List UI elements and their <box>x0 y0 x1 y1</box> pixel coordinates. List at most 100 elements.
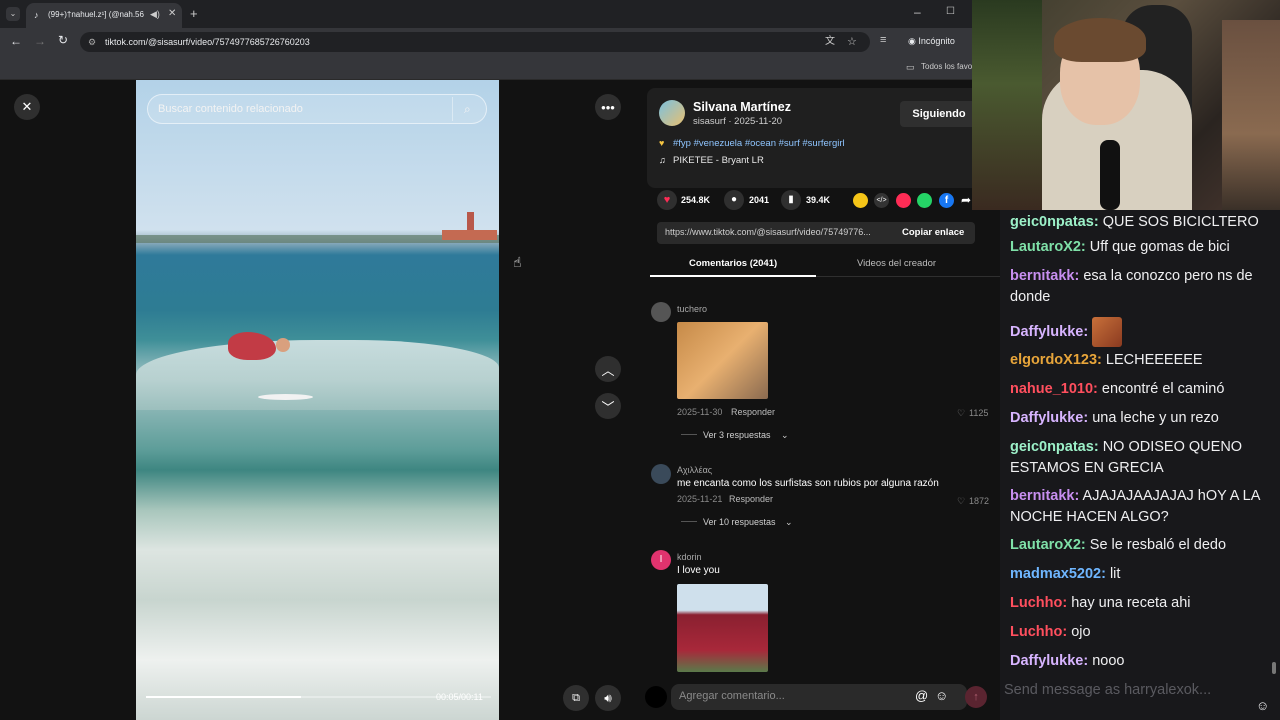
commenter-avatar[interactable] <box>651 302 671 322</box>
surfer-body <box>228 332 276 360</box>
reply-button[interactable]: Responder <box>729 494 773 504</box>
browser-tab[interactable]: ♪ (99+)†nahuel.z¹] (@nah.56 ◀) ✕ <box>26 3 182 28</box>
back-button[interactable]: ← <box>10 34 22 48</box>
like-button[interactable]: ♥ <box>657 190 677 210</box>
maximize-window-button[interactable]: ☐ <box>946 6 955 17</box>
chat-message: nahue_1010: encontré el caminó <box>1010 379 1272 400</box>
tab-search-button[interactable]: ⌄ <box>6 7 20 21</box>
surfboard <box>258 394 313 400</box>
chat-message-text: nooo <box>1092 653 1125 669</box>
all-bookmarks-link[interactable]: Todos los favo <box>921 62 972 71</box>
mention-icon[interactable]: @ <box>915 688 928 703</box>
chat-username[interactable]: geic0npatas: <box>1010 439 1099 455</box>
new-tab-button[interactable]: + <box>190 6 198 21</box>
chat-message-text: QUE SOS BICICLTERO <box>1102 214 1259 230</box>
chat-username[interactable]: Luchho: <box>1010 624 1067 640</box>
next-video-button[interactable]: ﹀ <box>595 393 621 419</box>
comment-button[interactable]: ● <box>724 190 744 210</box>
wave-crest <box>136 340 499 410</box>
bookmark-star-icon[interactable]: ☆ <box>847 32 857 52</box>
bookmarks-bar: ▭ Todos los favo <box>0 56 972 80</box>
chat-username[interactable]: LautaroX2: <box>1010 537 1086 553</box>
chat-username[interactable]: Luchho: <box>1010 595 1067 611</box>
comment-text: me encanta como los surfistas son rubios… <box>677 478 939 489</box>
close-video-button[interactable]: ✕ <box>14 94 40 120</box>
webcam-person-hair <box>1054 18 1146 62</box>
address-bar[interactable]: ⚙ tiktok.com/@sisasurf/video/75749776857… <box>80 32 870 52</box>
chat-username[interactable]: madmax5202: <box>1010 566 1106 582</box>
chat-username[interactable]: bernitakk: <box>1010 488 1079 504</box>
video-player[interactable]: 00:05/00:11 <box>136 80 499 720</box>
chat-message: Daffylukke: <box>1010 317 1272 347</box>
embed-code-icon[interactable]: </> <box>874 193 889 208</box>
commenter-name[interactable]: kdorin <box>677 552 702 562</box>
streamer-webcam <box>972 0 1280 210</box>
chat-username[interactable]: nahue_1010: <box>1010 381 1098 397</box>
translate-icon[interactable]: 文 <box>825 32 835 52</box>
commenter-avatar[interactable] <box>651 464 671 484</box>
chat-username[interactable]: Daffylukke: <box>1010 653 1088 669</box>
chat-scrollbar[interactable] <box>1272 662 1276 674</box>
comment-date: 2025-11-30 <box>677 407 723 417</box>
yellow-heart-icon: ♥ <box>659 138 665 148</box>
emote-picker-icon[interactable]: ☺ <box>1256 698 1269 713</box>
author-avatar[interactable] <box>659 100 685 126</box>
site-info-icon[interactable]: ⚙ <box>88 32 96 52</box>
replies-line <box>681 434 697 435</box>
chat-username[interactable]: LautaroX2: <box>1010 239 1086 255</box>
reload-button[interactable]: ↻ <box>58 33 68 47</box>
close-tab-icon[interactable]: ✕ <box>168 8 176 19</box>
chat-emote[interactable] <box>1092 317 1123 347</box>
minimize-window-button[interactable]: – <box>914 5 921 19</box>
whatsapp-icon[interactable] <box>917 193 932 208</box>
chat-message: elgordoX123: LECHEEEEEE <box>1010 350 1272 371</box>
commenter-name[interactable]: Αχιλλέας <box>677 465 712 475</box>
close-icon: ✕ <box>21 99 33 114</box>
coin-share-icon[interactable] <box>853 193 868 208</box>
share-link-text[interactable]: https://www.tiktok.com/@sisasurf/video/7… <box>665 227 871 237</box>
hashtags[interactable]: #fyp #venezuela #ocean #surf #surfergirl <box>673 138 845 149</box>
commenter-name[interactable]: tuchero <box>677 304 707 314</box>
reading-list-icon[interactable]: ≡ <box>880 34 886 46</box>
comment-like-icon[interactable]: ♡ <box>957 496 965 507</box>
volume-button[interactable]: 🔊︎ <box>595 685 621 711</box>
post-comment-button[interactable]: ↑ <box>965 686 987 708</box>
share-arrow-icon[interactable]: ➦ <box>961 193 971 207</box>
floating-player-button[interactable]: ⧉ <box>563 685 589 711</box>
view-replies-button[interactable]: Ver 10 respuestas <box>703 517 776 527</box>
previous-video-button[interactable]: ︿ <box>595 356 621 382</box>
tab-comments[interactable]: Comentarios (2041) <box>689 258 777 269</box>
search-icon[interactable]: ⌕ <box>464 95 471 123</box>
related-search-input[interactable]: Buscar contenido relacionado ⌕ <box>147 94 487 124</box>
chat-username[interactable]: Daffylukke: <box>1010 410 1088 426</box>
more-options-button[interactable]: ••• <box>595 94 621 120</box>
reply-button[interactable]: Responder <box>731 407 775 417</box>
chat-username[interactable]: bernitakk: <box>1010 268 1079 284</box>
chat-username[interactable]: elgordoX123: <box>1010 352 1102 368</box>
heart-icon: ♥ <box>663 194 671 206</box>
facebook-icon[interactable]: f <box>939 193 954 208</box>
audio-playing-icon[interactable]: ◀) <box>150 9 160 20</box>
tab-creator-videos[interactable]: Videos del creador <box>857 258 936 269</box>
chat-input[interactable]: Send message as harryalexok... <box>1004 682 1211 698</box>
following-button[interactable]: Siguiendo <box>900 101 978 127</box>
author-name[interactable]: Silvana Martínez <box>693 100 791 114</box>
incognito-indicator[interactable]: ◉ Incógnito <box>908 36 955 47</box>
chat-message: bernitakk: esa la conozco pero ns de don… <box>1010 266 1272 308</box>
commenter-avatar[interactable]: I <box>651 550 671 570</box>
comment-image-heart-flowers[interactable] <box>677 584 768 672</box>
view-replies-button[interactable]: Ver 3 respuestas <box>703 430 771 440</box>
forward-button[interactable]: → <box>34 34 46 48</box>
send-to-friend-icon[interactable] <box>896 193 911 208</box>
chat-message-text: Se le resbaló el dedo <box>1089 537 1227 553</box>
copy-link-button[interactable]: Copiar enlace <box>902 227 964 238</box>
music-title[interactable]: PIKETEE - Bryant LR <box>673 155 764 166</box>
comment-input[interactable]: Agregar comentario... @ ☺ <box>671 684 967 710</box>
chat-username[interactable]: geic0npatas: <box>1010 214 1099 230</box>
save-button[interactable]: ▮ <box>781 190 801 210</box>
comment-gif-cat[interactable] <box>677 322 768 399</box>
emoji-icon[interactable]: ☺ <box>935 688 948 703</box>
author-card: Silvana Martínez sisasurf · 2025-11-20 S… <box>647 88 992 188</box>
comment-like-icon[interactable]: ♡ <box>957 408 965 419</box>
chat-username[interactable]: Daffylukke: <box>1010 324 1088 340</box>
